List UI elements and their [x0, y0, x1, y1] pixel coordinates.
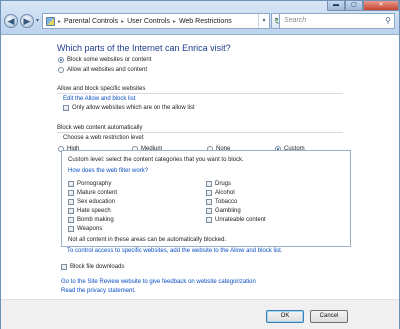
page-title: Which parts of the Internet can Enrica v… [57, 43, 231, 53]
checkbox-icon[interactable] [68, 199, 74, 205]
search-input[interactable]: Search ⚲ [279, 13, 395, 29]
checkbox-label: Sex education [77, 199, 116, 205]
edit-allow-block-link[interactable]: Edit the Allow and block list [63, 96, 135, 102]
address-bar[interactable]: ▸ Parental Controls ▸ User Controls ▸ We… [42, 13, 270, 29]
checkbox-label: Unrateable content [215, 217, 266, 223]
breadcrumb-parental-controls[interactable]: Parental Controls [64, 18, 118, 25]
category-pornography-checkbox[interactable]: Pornography [68, 181, 111, 187]
allow-block-heading: Allow and block specific websites [57, 86, 146, 92]
restriction-level-label: Choose a web restriction level: [63, 135, 145, 141]
radio-label: Allow all websites and content [67, 67, 148, 73]
address-dropdown-icon[interactable]: ▾ [258, 14, 269, 28]
checkbox-icon[interactable] [68, 226, 74, 232]
radio-label: Block some websites or content [67, 57, 152, 63]
checkbox-icon[interactable] [206, 181, 212, 187]
category-bomb-making-checkbox[interactable]: Bomb making [68, 217, 114, 223]
recent-pages-dropdown-icon[interactable]: ▾ [36, 17, 39, 24]
breadcrumb-web-restrictions[interactable]: Web Restrictions [179, 18, 232, 25]
control-panel-icon [46, 16, 55, 26]
category-mature-content-checkbox[interactable]: Mature content [68, 190, 117, 196]
category-alcohol-checkbox[interactable]: Alcohol [206, 190, 235, 196]
checkbox-icon[interactable] [68, 190, 74, 196]
checkbox-label: Mature content [77, 190, 118, 196]
checkbox-icon[interactable] [206, 190, 212, 196]
search-icon[interactable]: ⚲ [385, 16, 391, 25]
checkbox-label: Gambling [215, 208, 241, 214]
custom-level-intro: Custom level: select the content categor… [68, 157, 244, 163]
forward-button[interactable]: ▶ [20, 14, 34, 28]
section-divider [57, 93, 343, 94]
checkbox-label: Tobacco [215, 199, 238, 205]
checkbox-label: Alcohol [215, 190, 235, 196]
checkbox-icon[interactable] [206, 208, 212, 214]
checkbox-icon[interactable] [68, 217, 74, 223]
breadcrumb-separator-icon[interactable]: ▸ [121, 18, 124, 25]
close-window-button[interactable]: ✕ [363, 1, 399, 11]
maximize-button[interactable]: ▢ [345, 1, 363, 11]
checkbox-label: Weapons [77, 226, 103, 232]
checkbox-icon[interactable] [206, 217, 212, 223]
category-hate-speech-checkbox[interactable]: Hate speech [68, 208, 111, 214]
category-unrateable-checkbox[interactable]: Unrateable content [206, 217, 266, 223]
category-weapons-checkbox[interactable]: Weapons [68, 226, 102, 232]
address-toolbar: ◀ ▶ ▾ ▸ Parental Controls ▸ User Control… [1, 1, 399, 35]
cancel-button[interactable]: Cancel [310, 310, 348, 323]
back-button[interactable]: ◀ [4, 14, 18, 28]
custom-level-panel: Custom level: select the content categor… [61, 150, 351, 247]
category-tobacco-checkbox[interactable]: Tobacco [206, 199, 237, 205]
checkbox-label: Drugs [215, 181, 232, 187]
privacy-statement-link[interactable]: Read the privacy statement. [61, 288, 136, 294]
checkbox-icon[interactable] [63, 105, 69, 111]
radio-button-icon[interactable] [58, 57, 64, 63]
radio-button-icon[interactable] [58, 67, 64, 73]
checkbox-label: Pornography [77, 181, 112, 187]
breadcrumb-user-controls[interactable]: User Controls [127, 18, 170, 25]
breadcrumb-separator-icon[interactable]: ▸ [173, 18, 176, 25]
checkbox-label: Hate speech [77, 208, 111, 214]
ok-button[interactable]: OK [266, 310, 304, 323]
checkbox-icon[interactable] [61, 264, 67, 270]
checkbox-label: Block file downloads [70, 264, 125, 270]
breadcrumb-separator-icon[interactable]: ▸ [58, 18, 61, 25]
checkbox-icon[interactable] [68, 181, 74, 187]
radio-allow-all[interactable]: Allow all websites and content [58, 67, 147, 73]
search-placeholder: Search [284, 17, 307, 24]
block-downloads-checkbox[interactable]: Block file downloads [61, 264, 124, 270]
checkbox-icon[interactable] [68, 208, 74, 214]
checkbox-icon[interactable] [206, 199, 212, 205]
site-review-link[interactable]: Go to the Site Review website to give fe… [61, 279, 256, 285]
only-allow-checkbox[interactable]: Only allow websites which are on the all… [63, 105, 195, 111]
control-access-link[interactable]: To control access to specific websites, … [67, 248, 282, 254]
category-gambling-checkbox[interactable]: Gambling [206, 208, 241, 214]
block-content-heading: Block web content automatically [57, 125, 143, 131]
filter-limitation-note: Not all content in these areas can be au… [68, 237, 227, 243]
web-filter-help-link[interactable]: How does the web filter work? [68, 168, 148, 174]
checkbox-label: Only allow websites which are on the all… [72, 105, 195, 111]
radio-block-some[interactable]: Block some websites or content [58, 57, 151, 63]
minimize-button[interactable]: ▬ [327, 1, 345, 11]
category-sex-education-checkbox[interactable]: Sex education [68, 199, 115, 205]
section-divider [57, 132, 343, 133]
checkbox-label: Bomb making [77, 217, 114, 223]
category-drugs-checkbox[interactable]: Drugs [206, 181, 231, 187]
control-panel-window: ◀ ▶ ▾ ▸ Parental Controls ▸ User Control… [0, 0, 400, 329]
